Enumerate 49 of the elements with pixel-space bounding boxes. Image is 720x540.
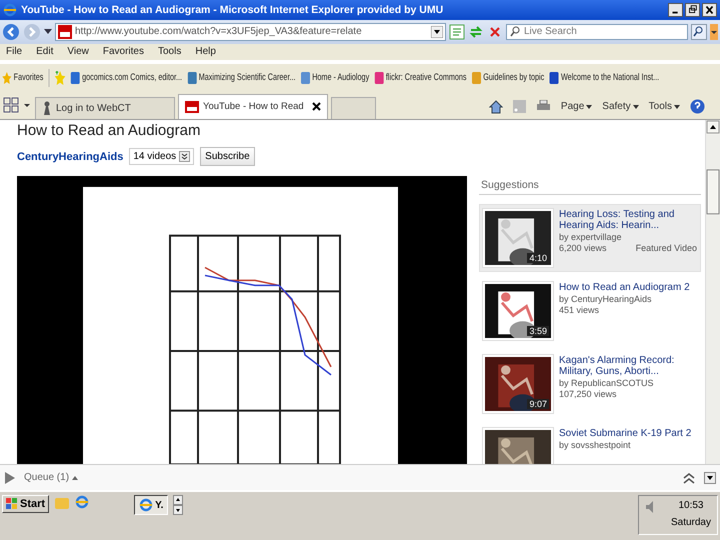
view-count: 451 views xyxy=(559,304,600,315)
menu-item[interactable]: Favorites xyxy=(102,46,144,58)
suggestion-title[interactable]: Soviet Submarine K-19 Part 2 xyxy=(559,428,697,439)
subscribe-button[interactable]: Subscribe xyxy=(200,147,255,166)
favorite-link[interactable]: Guidelines by topic xyxy=(472,72,544,84)
video-title: How to Read an Audiogram xyxy=(17,122,202,141)
suggestion-item[interactable]: 4:10 Hearing Loss: Testing and Hearing Aids: Hearin... by expertvillage 6,200 views Featured Video xyxy=(479,204,701,272)
clock-day: Saturday xyxy=(670,517,711,528)
suggestion-title[interactable]: Kagan's Alarming Record: Military, Guns, Aborti... xyxy=(559,354,697,377)
suggestion-author: by RepublicanSCOTUS xyxy=(559,378,655,388)
menu-item[interactable]: Edit xyxy=(36,46,54,58)
suggestion-title[interactable]: How to Read an Audiogram 2 xyxy=(559,282,697,293)
suggestion-author: by sovsshestpoint xyxy=(559,440,632,450)
suggestion-author: by expertvillage xyxy=(559,232,623,242)
command-menu[interactable]: Page xyxy=(560,101,592,112)
view-count: 6,200 views xyxy=(559,242,607,253)
suggestion-item[interactable]: 9:07 Kagan's Alarming Record: Military, Guns, Aborti... by RepublicanSCOTUS 107,250 views xyxy=(479,350,701,418)
suggestion-title[interactable]: Hearing Loss: Testing and Hearing Aids: Hearin... xyxy=(559,208,697,231)
favorite-link[interactable]: gocomics.com Comics, editor... xyxy=(70,72,182,84)
clock-time: 10:53 xyxy=(678,500,704,512)
menu-item[interactable]: Help xyxy=(195,46,216,58)
browser-tab[interactable]: Log in to WebCT xyxy=(35,96,175,119)
menu-item[interactable]: View xyxy=(67,46,89,58)
favorites-button[interactable]: Favorites xyxy=(2,72,44,84)
suggestion-author: by CenturyHearingAids xyxy=(559,294,653,304)
browser-tab[interactable]: YouTube - How to Read xyxy=(178,94,328,119)
start-button[interactable]: Start xyxy=(2,495,50,514)
command-menu[interactable]: Safety xyxy=(602,101,639,112)
view-count: 107,250 views xyxy=(559,388,617,399)
favorite-link[interactable]: Maximizing Scientific Career... xyxy=(187,72,296,84)
search-field[interactable]: Live Search xyxy=(506,24,688,40)
window-title: YouTube - How to Read an Audiogram - Microsoft Internet Explorer provided by UMU xyxy=(21,4,444,16)
featured-label: Featured Video xyxy=(636,242,697,253)
command-menu[interactable]: Tools xyxy=(648,101,680,112)
menu-item[interactable]: Tools xyxy=(158,46,182,58)
menu-item[interactable]: File xyxy=(6,46,22,58)
taskbar-button[interactable]: Y. xyxy=(134,495,168,516)
suggestion-item[interactable]: 3:59 How to Read an Audiogram 2 by CenturyHearingAids 451 views xyxy=(479,276,701,345)
duration-badge: 3:59 xyxy=(527,326,549,336)
suggestions-heading: Suggestions xyxy=(479,176,701,195)
duration-badge: 9:07 xyxy=(527,398,549,409)
queue-toggle[interactable]: Queue (1) xyxy=(24,472,78,484)
favorite-link[interactable]: Welcome to the National Inst... xyxy=(550,72,660,84)
favorite-link[interactable]: Home - Audiology xyxy=(300,72,370,84)
duration-badge: 4:10 xyxy=(527,252,549,263)
channel-link[interactable]: CenturyHearingAids xyxy=(17,150,124,163)
videos-dropdown[interactable]: 14 videos xyxy=(129,148,194,166)
address-field[interactable]: http://www.youtube.com/watch?v=x3UF5jep_VA3&feature=relate xyxy=(55,22,446,41)
favorite-link[interactable]: flickr: Creative Commons xyxy=(374,72,467,84)
